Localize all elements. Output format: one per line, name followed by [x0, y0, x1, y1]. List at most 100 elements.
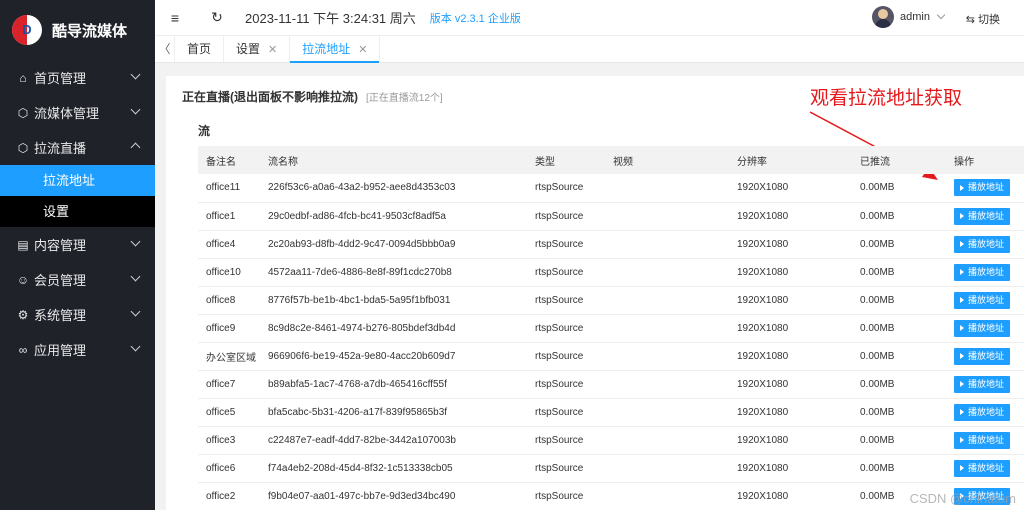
avatar [872, 6, 895, 28]
play-address-button[interactable]: 播放地址 [954, 347, 1011, 365]
tab-0[interactable]: 首页 [175, 36, 225, 62]
cell-name: office10 [198, 258, 260, 287]
play-address-button[interactable]: 播放地址 [954, 263, 1011, 281]
tab-2[interactable]: 拉流地址 ✕ [290, 36, 381, 63]
sidebar-nav: ⌂ 首页管理 ⬡ 流媒体管理 ⬡ 拉流直播 拉流地址 设置 ▤ 内容管理 ☺ 会员管理 ⚙ 系统管理 ∞ 应用… [0, 60, 155, 367]
play-address-button[interactable]: 播放地址 [954, 459, 1011, 477]
cell-res: 1920X1080 [729, 202, 852, 231]
sidebar-item-6[interactable]: ∞ 应用管理 [0, 332, 155, 367]
table-row: office10 4572aa11-7de6-4886-8e8f-89f1cdc2… [198, 258, 1024, 287]
cube-icon: ⬡ [17, 140, 29, 155]
cell-type: rtspSource [527, 314, 605, 343]
column-header: 流名称 [260, 146, 527, 174]
cell-video [605, 202, 729, 231]
switch-button[interactable]: ⇆ 切换 [966, 11, 1000, 27]
panel-title: 正在直播(退出面板不影响推拉流) [182, 90, 358, 104]
document-icon: ▤ [17, 237, 29, 252]
play-address-button[interactable]: 播放地址 [954, 403, 1011, 421]
play-address-button[interactable]: 播放地址 [954, 179, 1011, 197]
play-address-button[interactable]: 播放地址 [954, 235, 1011, 253]
tab-scroll-left-icon[interactable]: 〈 [155, 36, 175, 62]
column-header: 视频 [605, 146, 729, 174]
cell-action: 播放地址 [946, 426, 1024, 455]
table-row: office4 2c20ab93-d8fb-4dd2-9c47-0094d5bbb… [198, 230, 1024, 259]
cell-video [605, 174, 729, 203]
gear-icon: ⚙ [17, 307, 29, 322]
play-icon [960, 353, 964, 360]
cell-pushed: 0.00MB [852, 314, 946, 343]
brand-logo[interactable]: D 酷导流媒体 [0, 0, 155, 60]
sidebar-item-3[interactable]: ▤ 内容管理 [0, 227, 155, 262]
cell-res: 1920X1080 [729, 454, 852, 483]
table-row: office6 f74a4eb2-208d-45d4-8f32-1c513338c… [198, 454, 1024, 483]
play-address-button[interactable]: 播放地址 [954, 375, 1011, 393]
cell-type: rtspSource [527, 426, 605, 455]
stream-table: 备注名 流名称 类型 视频 分辨率 已推流 操作 office11 226f53c6-a0a6… [198, 146, 1024, 510]
link-icon: ∞ [18, 342, 28, 357]
username: admin [900, 11, 930, 23]
play-button-label: 播放地址 [968, 210, 1005, 221]
cell-pushed: 0.00MB [852, 286, 946, 315]
play-button-label: 播放地址 [968, 266, 1005, 277]
top-header: ≡ ↻ 2023-11-11 下午 3:24:31 周六 版本 v2.3.1 企… [155, 0, 1024, 35]
sidebar-item-1[interactable]: ⬡ 流媒体管理 [0, 95, 155, 130]
chevron-down-icon [936, 10, 946, 20]
play-icon [960, 381, 964, 388]
play-icon [960, 437, 964, 444]
table-row: 办公室区域 966906f6-be19-452a-9e80-4acc20b609d… [198, 342, 1024, 371]
cell-action: 播放地址 [946, 342, 1024, 371]
cell-res: 1920X1080 [729, 286, 852, 315]
live-count: [正在直播流12个] [366, 93, 443, 104]
cell-video [605, 398, 729, 427]
cell-action: 播放地址 [946, 454, 1024, 483]
cell-video [605, 230, 729, 259]
play-button-label: 播放地址 [968, 406, 1005, 417]
cell-res: 1920X1080 [729, 230, 852, 259]
cell-pushed: 0.00MB [852, 202, 946, 231]
sidebar-subitem-0[interactable]: 拉流地址 [0, 165, 155, 196]
tab-bar: 〈 首页 设置 ✕ 拉流地址 ✕ [155, 35, 1024, 63]
sidebar-item-label: 系统管理 [34, 308, 87, 323]
cell-video [605, 286, 729, 315]
column-header: 操作 [946, 146, 1024, 174]
cell-pushed: 0.00MB [852, 454, 946, 483]
table-row: office8 8776f57b-be1b-4bc1-bda5-5a95f1bfb… [198, 286, 1024, 315]
cell-type: rtspSource [527, 286, 605, 315]
tab-label: 拉流地址 [302, 42, 351, 56]
cell-type: rtspSource [527, 174, 605, 203]
cell-action: 播放地址 [946, 202, 1024, 231]
cell-res: 1920X1080 [729, 426, 852, 455]
play-address-button[interactable]: 播放地址 [954, 431, 1011, 449]
close-icon[interactable]: ✕ [358, 44, 367, 56]
cell-action: 播放地址 [946, 370, 1024, 399]
play-address-button[interactable]: 播放地址 [954, 207, 1011, 225]
home-icon: ⌂ [19, 70, 27, 85]
tab-1[interactable]: 设置 ✕ [224, 36, 291, 62]
table-row: office1 29c0edbf-ad86-4fcb-bc41-9503cf8ad… [198, 202, 1024, 231]
main-panel: 正在直播(退出面板不影响推拉流) [正在直播流12个] 观看拉流地址获取 流 备… [166, 76, 1024, 510]
sidebar-subitem-1[interactable]: 设置 [0, 196, 155, 227]
close-icon[interactable]: ✕ [268, 44, 277, 56]
sidebar-item-5[interactable]: ⚙ 系统管理 [0, 297, 155, 332]
logo-icon: D [12, 15, 42, 45]
refresh-icon[interactable]: ↻ [207, 9, 227, 26]
user-menu[interactable]: admin [872, 6, 946, 28]
play-button-label: 播放地址 [968, 434, 1005, 445]
play-address-button[interactable]: 播放地址 [954, 291, 1011, 309]
sidebar-item-2[interactable]: ⬡ 拉流直播 [0, 130, 155, 165]
play-button-label: 播放地址 [968, 350, 1005, 361]
menu-toggle-icon[interactable]: ≡ [165, 10, 185, 26]
sidebar-item-4[interactable]: ☺ 会员管理 [0, 262, 155, 297]
sidebar-item-0[interactable]: ⌂ 首页管理 [0, 60, 155, 95]
sidebar-item-label: 流媒体管理 [34, 106, 100, 121]
cell-stream: f74a4eb2-208d-45d4-8f32-1c513338cb05 [260, 454, 527, 483]
play-address-button[interactable]: 播放地址 [954, 319, 1011, 337]
cell-video [605, 482, 729, 510]
cell-name: office4 [198, 230, 260, 259]
version-label[interactable]: 版本 v2.3.1 企业版 [430, 10, 521, 26]
cell-action: 播放地址 [946, 314, 1024, 343]
cell-action: 播放地址 [946, 398, 1024, 427]
play-icon [960, 241, 964, 248]
column-header: 类型 [527, 146, 605, 174]
chevron-icon [130, 69, 141, 80]
